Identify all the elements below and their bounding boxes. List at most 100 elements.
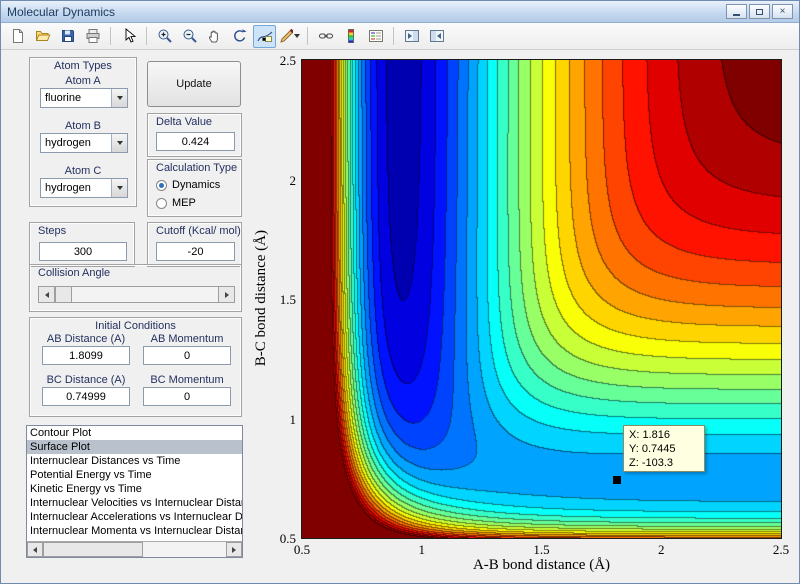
y-tick-label: 2 bbox=[256, 173, 296, 189]
y-tick-label: 1 bbox=[256, 412, 296, 428]
data-cursor-button[interactable] bbox=[253, 25, 276, 48]
list-item[interactable]: Surface Plot bbox=[27, 440, 242, 454]
chevron-down-icon bbox=[117, 186, 123, 190]
restore-button[interactable] bbox=[749, 4, 770, 19]
contour-plot[interactable] bbox=[302, 60, 781, 538]
datatip-marker[interactable] bbox=[613, 476, 621, 484]
hide-plot-tools-button[interactable] bbox=[400, 25, 423, 48]
listbox-hscrollbar[interactable] bbox=[27, 541, 242, 557]
toolbar-separator bbox=[110, 27, 111, 45]
dropdown-button[interactable] bbox=[111, 89, 127, 107]
radio-dynamics[interactable]: Dynamics bbox=[156, 179, 220, 191]
list-item[interactable]: Internuclear Accelerations vs Internucle… bbox=[27, 510, 242, 524]
insert-colorbar-button[interactable] bbox=[339, 25, 362, 48]
save-button[interactable] bbox=[56, 25, 79, 48]
x-axis-label: A-B bond distance (Å) bbox=[302, 557, 781, 574]
datatip-tooltip[interactable]: X: 1.816 Y: 0.7445 Z: -103.3 bbox=[623, 425, 705, 472]
collision-angle-panel: Collision Angle bbox=[29, 264, 242, 312]
rotate-3d-icon bbox=[232, 28, 248, 44]
ab-momentum-field[interactable] bbox=[143, 346, 231, 365]
y-tick-label: 1.5 bbox=[256, 292, 296, 308]
list-item[interactable]: Potential Energy vs Time bbox=[27, 468, 242, 482]
ab-distance-label: AB Distance (A) bbox=[42, 333, 130, 345]
colorbar-icon bbox=[343, 28, 359, 44]
link-chain-icon bbox=[318, 28, 334, 44]
new-figure-button[interactable] bbox=[6, 25, 29, 48]
pan-button[interactable] bbox=[203, 25, 226, 48]
figure-toolbar bbox=[1, 23, 799, 50]
calculation-type-panel: Calculation Type Dynamics MEP bbox=[147, 159, 242, 217]
cutoff-field[interactable] bbox=[156, 242, 235, 261]
printer-icon bbox=[85, 28, 101, 44]
print-button[interactable] bbox=[81, 25, 104, 48]
bc-momentum-label: BC Momentum bbox=[143, 374, 231, 386]
list-item[interactable]: Internuclear Distances vs Time bbox=[27, 454, 242, 468]
atom-a-dropdown[interactable]: fluorine bbox=[40, 88, 128, 108]
collision-angle-slider[interactable] bbox=[38, 286, 235, 303]
delta-value-field[interactable] bbox=[156, 132, 235, 151]
rotate-3d-button[interactable] bbox=[228, 25, 251, 48]
list-item[interactable]: Internuclear Velocities vs Internuclear … bbox=[27, 496, 242, 510]
zoom-out-button[interactable] bbox=[178, 25, 201, 48]
list-item[interactable]: Kinetic Energy vs Time bbox=[27, 482, 242, 496]
left-arrow-icon bbox=[33, 547, 37, 553]
dropdown-button[interactable] bbox=[111, 179, 127, 197]
left-arrow-icon bbox=[45, 292, 49, 298]
window-title: Molecular Dynamics bbox=[7, 5, 115, 19]
atom-types-panel: Atom Types Atom A fluorine Atom B hydrog… bbox=[29, 57, 137, 207]
scroll-right-arrow[interactable] bbox=[226, 542, 242, 557]
atom-b-dropdown[interactable]: hydrogen bbox=[40, 133, 128, 153]
scroll-left-arrow[interactable] bbox=[27, 542, 43, 557]
atom-a-label: Atom A bbox=[30, 75, 136, 87]
atom-c-dropdown[interactable]: hydrogen bbox=[40, 178, 128, 198]
panel-title: Atom Types bbox=[30, 60, 136, 72]
scroll-thumb[interactable] bbox=[43, 542, 143, 557]
close-button[interactable]: × bbox=[772, 4, 793, 19]
brush-data-button[interactable] bbox=[278, 25, 301, 48]
list-item[interactable]: Internuclear Momenta vs Internuclear Dis… bbox=[27, 524, 242, 538]
list-item[interactable]: Contour Plot bbox=[27, 426, 242, 440]
steps-panel: Steps bbox=[29, 222, 135, 267]
y-tick-label: 0.5 bbox=[256, 531, 296, 547]
slider-left-arrow[interactable] bbox=[38, 286, 55, 303]
legend-icon bbox=[368, 28, 384, 44]
hand-pan-icon bbox=[207, 28, 223, 44]
brush-dropdown-caret[interactable] bbox=[294, 34, 300, 38]
radio-mep[interactable]: MEP bbox=[156, 197, 196, 209]
chevron-down-icon bbox=[117, 96, 123, 100]
insert-legend-button[interactable] bbox=[364, 25, 387, 48]
ab-distance-field[interactable] bbox=[42, 346, 130, 365]
panel-title: Delta Value bbox=[148, 116, 241, 128]
zoom-in-button[interactable] bbox=[153, 25, 176, 48]
minimize-button[interactable] bbox=[726, 4, 747, 19]
minimize-icon bbox=[733, 14, 740, 16]
brush-icon bbox=[279, 28, 293, 44]
radio-icon bbox=[156, 198, 167, 209]
right-arrow-icon bbox=[232, 547, 236, 553]
bc-distance-field[interactable] bbox=[42, 387, 130, 406]
edit-plot-button[interactable] bbox=[117, 25, 140, 48]
panel-title: Collision Angle bbox=[30, 267, 241, 279]
show-plot-tools-button[interactable] bbox=[425, 25, 448, 48]
steps-field[interactable] bbox=[39, 242, 127, 261]
plot-type-listbox[interactable]: Contour PlotSurface PlotInternuclear Dis… bbox=[26, 425, 243, 558]
open-file-button[interactable] bbox=[31, 25, 54, 48]
datatip-z: Z: -103.3 bbox=[629, 456, 699, 470]
update-button[interactable]: Update bbox=[147, 61, 241, 107]
link-plot-button[interactable] bbox=[314, 25, 337, 48]
bc-momentum-field[interactable] bbox=[143, 387, 231, 406]
toolbar-separator bbox=[307, 27, 308, 45]
x-tick-label: 2 bbox=[641, 542, 681, 558]
restore-icon bbox=[756, 9, 763, 15]
y-tick-label: 2.5 bbox=[256, 53, 296, 69]
datatip-y: Y: 0.7445 bbox=[629, 442, 699, 456]
open-folder-icon bbox=[35, 28, 51, 44]
initial-conditions-panel: Initial Conditions AB Distance (A) AB Mo… bbox=[29, 317, 242, 417]
slider-right-arrow[interactable] bbox=[218, 286, 235, 303]
listbox-items: Contour PlotSurface PlotInternuclear Dis… bbox=[27, 426, 242, 538]
slider-thumb[interactable] bbox=[55, 286, 72, 303]
arrow-pointer-icon bbox=[121, 28, 137, 44]
ab-momentum-label: AB Momentum bbox=[143, 333, 231, 345]
toolbar-separator bbox=[146, 27, 147, 45]
dropdown-button[interactable] bbox=[111, 134, 127, 152]
